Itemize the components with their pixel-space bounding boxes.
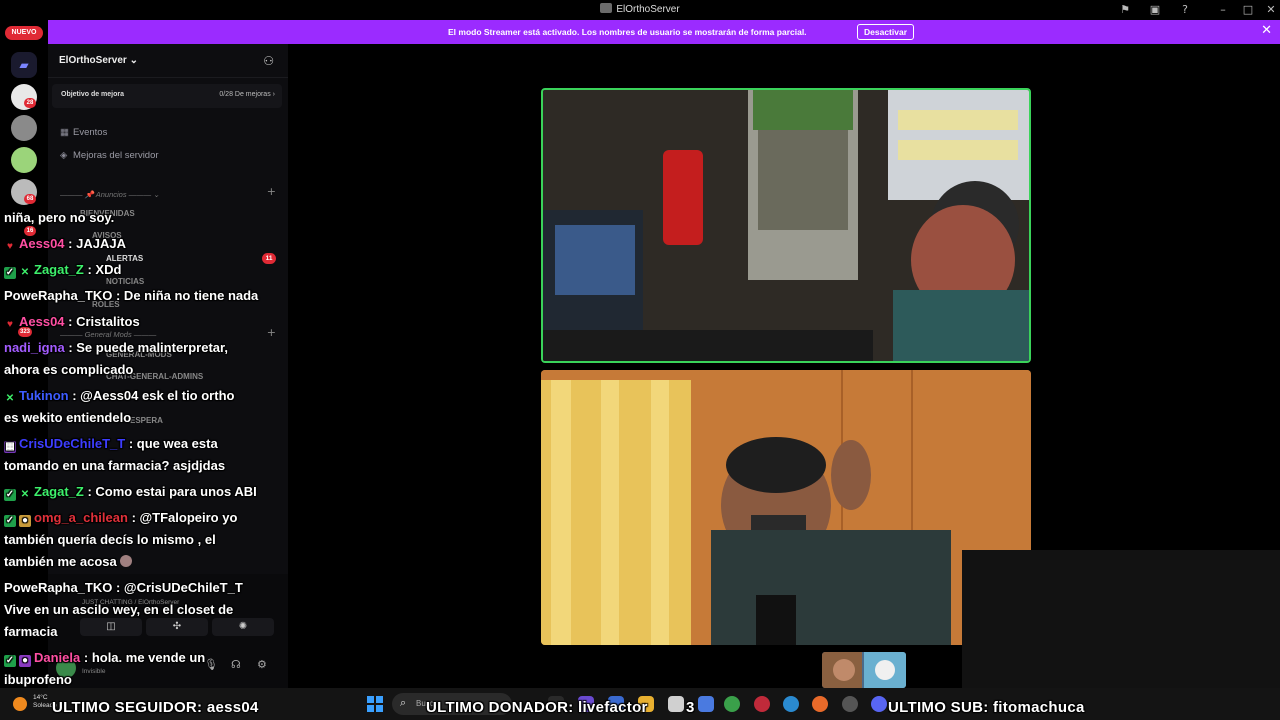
boost-goal-label: Objetivo de mejora xyxy=(61,91,125,98)
sword-icon: ✕ xyxy=(20,489,30,500)
chat-message: ✓ ✕ Zagat_Z : Como estai para unos ABI xyxy=(4,484,257,501)
server-badge: 68 xyxy=(24,194,36,204)
chrome-icon[interactable] xyxy=(724,696,740,712)
events-link[interactable]: ▦ Eventos xyxy=(60,127,107,138)
boost-goal[interactable]: Objetivo de mejora 0/28 De mejoras › xyxy=(52,84,282,108)
window-title: ElOrthoServer xyxy=(0,3,1280,15)
chat-message-continuation: también quería decís lo mismo , el xyxy=(4,532,216,547)
emote-icon xyxy=(120,555,133,567)
direct-messages-icon[interactable]: ▰ xyxy=(11,52,37,78)
chat-message: ♥ Aess04 : JAJAJA xyxy=(4,233,286,255)
sword-icon: ✕ xyxy=(20,267,30,278)
webcam-scene-1 xyxy=(543,90,1029,361)
chat-message-continuation: tomando en una farmacia? asjdjdas xyxy=(4,458,226,473)
chat-message-continuation: Vive en un ascilo wey, en el closet de xyxy=(4,602,234,617)
chat-message: ✓ ● omg_a_chilean : @TFalopeiro yo xyxy=(4,510,238,527)
chat-message: PoweRapha_TKO : De niña no tiene nada xyxy=(4,288,259,303)
chat-message-continuation: también me acosa xyxy=(4,551,286,573)
firefox-icon[interactable] xyxy=(812,696,828,712)
sword-icon: ✕ xyxy=(5,393,15,404)
boost-goal-value: 0/28 De mejoras › xyxy=(219,91,275,98)
heart-icon: ♥ xyxy=(7,319,13,330)
chat-message: ✕ Tukinon : @Aess04 esk el tio ortho xyxy=(5,388,235,404)
app-icon[interactable] xyxy=(698,696,714,712)
discord-app-icon xyxy=(600,3,613,13)
chevron-right-icon: › xyxy=(272,91,275,98)
check-icon: ✓ xyxy=(4,267,16,279)
app-icon[interactable] xyxy=(754,696,770,712)
calendar-icon: ▦ xyxy=(60,127,69,138)
video-tile-webcam-2[interactable] xyxy=(541,370,1031,645)
self-view-thumbnail[interactable] xyxy=(822,652,906,688)
boost-icon: ◈ xyxy=(60,150,68,161)
window-titlebar: ElOrthoServer ⚑ ▣ ? – □ ✕ xyxy=(0,0,1280,20)
chat-message: ▦ CrisUDeChileT_T : que wea esta xyxy=(4,436,218,453)
server-badge: 28 xyxy=(24,98,36,108)
chat-message-continuation: farmacia xyxy=(4,624,58,639)
chat-message: ♥ Aess04 : Cristalitos xyxy=(4,311,286,333)
monitor-icon[interactable]: ▣ xyxy=(1147,2,1163,18)
chat-message: ✓ ● Daniela : hola. me vende un xyxy=(4,650,206,667)
overlay-panel xyxy=(962,550,1280,688)
discord-icon[interactable] xyxy=(871,696,887,712)
chat-message: PoweRapha_TKO : @CrisUDeChileT_T xyxy=(4,580,243,595)
streamer-mode-banner: El modo Streamer está activado. Los nomb… xyxy=(48,20,1280,44)
minimize-button[interactable]: – xyxy=(1215,2,1231,18)
server-avatar[interactable] xyxy=(11,147,37,173)
donor-amount: 3 xyxy=(686,699,695,716)
chat-message: nadi_igna : Se puede malinterpretar, xyxy=(4,340,228,355)
inbox-icon[interactable]: ⚑ xyxy=(1117,2,1133,18)
windows-start-button[interactable] xyxy=(367,696,383,712)
chat-message: ✓ ✕ Zagat_Z : XDd xyxy=(4,262,122,279)
server-name[interactable]: ElOrthoServer ⌄ xyxy=(59,55,138,66)
last-sub-label: ULTIMO SUB: fitomachuca xyxy=(888,699,1085,716)
check-icon: ✓ xyxy=(4,515,16,527)
heart-icon: ♥ xyxy=(7,241,13,252)
chat-message: niña, pero no soy. xyxy=(4,210,115,225)
subscriber-badge-icon: ▦ xyxy=(4,441,16,453)
maximize-button[interactable]: □ xyxy=(1240,2,1256,18)
invite-user-icon[interactable]: ⚇ xyxy=(263,54,274,68)
server-header[interactable]: ElOrthoServer ⌄ ⚇ xyxy=(48,44,288,78)
voice-stage xyxy=(288,44,1280,688)
chat-message-continuation: es wekito entiendelo xyxy=(4,410,132,425)
obs-icon[interactable] xyxy=(842,696,858,712)
stream-chat-overlay: niña, pero no soy. ♥ Aess04 : JAJAJA ✓ ✕ Za… xyxy=(0,204,290,690)
edge-icon[interactable] xyxy=(783,696,799,712)
search-icon: ⌕ xyxy=(400,696,407,709)
chevron-down-icon: ⌄ xyxy=(129,55,138,66)
last-follower-label: ULTIMO SEGUIDOR: aess04 xyxy=(52,699,259,716)
sun-icon[interactable] xyxy=(13,697,27,711)
category-announcements[interactable]: ——— 📌 Anuncios ——— ⌄ xyxy=(60,190,160,199)
server-boosts-link[interactable]: ◈ Mejoras del servidor xyxy=(60,150,159,161)
disable-streamer-mode-button[interactable]: Desactivar xyxy=(857,24,915,40)
notepad-icon[interactable] xyxy=(668,696,684,712)
help-icon[interactable]: ? xyxy=(1177,2,1193,18)
badge-icon: ● xyxy=(19,515,31,527)
check-icon: ✓ xyxy=(4,655,16,667)
check-icon: ✓ xyxy=(4,489,16,501)
last-donor-label: ULTIMO DONADOR: livefactor xyxy=(426,699,648,716)
webcam-scene-2 xyxy=(541,370,1031,645)
add-channel-icon[interactable]: + xyxy=(267,185,276,198)
close-icon[interactable]: ✕ xyxy=(1261,23,1272,38)
new-badge: NUEVO xyxy=(5,26,43,40)
close-window-button[interactable]: ✕ xyxy=(1263,2,1279,18)
badge-icon: ● xyxy=(19,655,31,667)
server-avatar[interactable] xyxy=(11,115,37,141)
chat-message-continuation: ahora es complicado xyxy=(4,362,134,377)
video-tile-webcam-1[interactable] xyxy=(541,88,1031,363)
streamer-mode-message: El modo Streamer está activado. Los nomb… xyxy=(448,27,807,37)
